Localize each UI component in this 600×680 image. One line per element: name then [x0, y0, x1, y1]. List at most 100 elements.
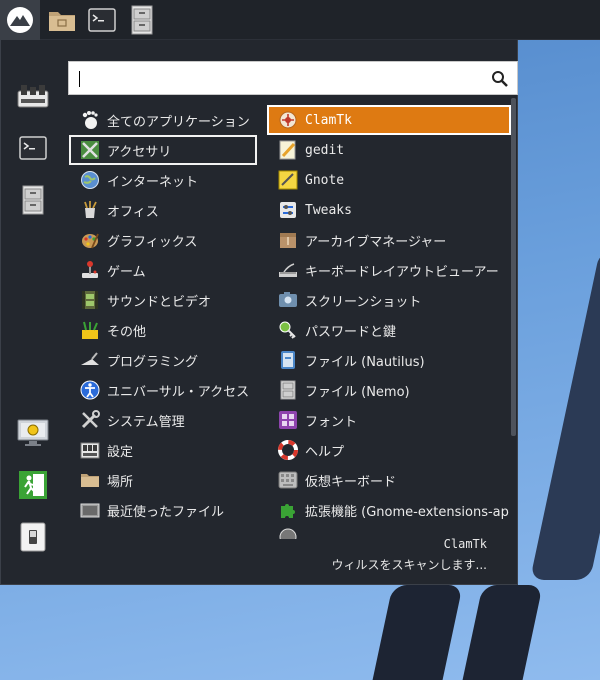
- top-panel: [0, 0, 600, 40]
- keyboard-layout-icon: [277, 259, 299, 281]
- app-label: キーボードレイアウトビューアー: [305, 264, 499, 280]
- app-archive-manager[interactable]: アーカイブマネージャー: [267, 225, 511, 255]
- file-cabinet-icon: [131, 5, 153, 35]
- category-label: ユニバーサル・アクセス: [107, 384, 250, 400]
- app-screenshot[interactable]: スクリーンショット: [267, 285, 511, 315]
- file-manager-launcher[interactable]: [42, 0, 82, 40]
- application-list: ClamTk gedit Gnote Tweaks アーカイブマネージャー キー…: [267, 105, 511, 541]
- file-cabinet-launcher[interactable]: [122, 0, 162, 40]
- category-all-applications[interactable]: 全てのアプリケーション: [69, 105, 257, 135]
- favorites-sidebar: [1, 40, 65, 584]
- partial-app-icon: [277, 527, 299, 539]
- app-virtual-keyboard[interactable]: 仮想キーボード: [267, 465, 511, 495]
- office-icon: [79, 199, 101, 221]
- app-label: 仮想キーボード: [305, 474, 397, 490]
- category-games[interactable]: ゲーム: [69, 255, 257, 285]
- app-files-nautilus[interactable]: ファイル (Nautilus): [267, 345, 511, 375]
- category-label: 最近使ったファイル: [107, 504, 225, 520]
- category-label: アクセサリ: [107, 144, 172, 160]
- category-accessories[interactable]: アクセサリ: [69, 135, 257, 165]
- shutdown-button[interactable]: [13, 517, 53, 557]
- category-programming[interactable]: プログラミング: [69, 345, 257, 375]
- app-help[interactable]: ヘルプ: [267, 435, 511, 465]
- app-label: gedit: [305, 142, 345, 158]
- category-universal-access[interactable]: ユニバーサル・アクセス: [69, 375, 257, 405]
- nautilus-icon: [277, 349, 299, 371]
- app-label: フォント: [305, 414, 358, 430]
- accessories-icon: [79, 139, 101, 161]
- app-label: Tweaks: [305, 202, 352, 218]
- trowel-icon: [79, 349, 101, 371]
- globe-icon: [79, 169, 101, 191]
- mountain-logo-icon: [7, 7, 33, 33]
- lifebuoy-icon: [277, 439, 299, 461]
- app-label: スクリーンショット: [305, 294, 422, 310]
- puzzle-icon: [277, 499, 299, 521]
- category-other[interactable]: その他: [69, 315, 257, 345]
- app-label: 拡張機能 (Gnome-extensions-app): [305, 504, 511, 520]
- selected-app-description: ウィルスをスキャンします...: [331, 558, 487, 572]
- app-extensions[interactable]: 拡張機能 (Gnome-extensions-app): [267, 495, 511, 525]
- lock-screen-button[interactable]: [13, 413, 53, 453]
- category-label: オフィス: [107, 204, 159, 220]
- settings-panel-icon: [79, 439, 101, 461]
- app-clamtk[interactable]: ClamTk: [267, 105, 511, 135]
- app-label: Gnote: [305, 172, 345, 188]
- category-label: その他: [107, 324, 147, 340]
- category-label: 場所: [107, 474, 134, 490]
- category-label: サウンドとビデオ: [107, 294, 212, 310]
- category-label: 設定: [107, 444, 134, 460]
- category-internet[interactable]: インターネット: [69, 165, 257, 195]
- category-graphics[interactable]: グラフィックス: [69, 225, 257, 255]
- archive-icon: [277, 229, 299, 251]
- selected-app-name: ClamTk: [443, 537, 487, 551]
- terminal-launcher[interactable]: [82, 0, 122, 40]
- app-files-nemo[interactable]: ファイル (Nemo): [267, 375, 511, 405]
- search-input[interactable]: [77, 62, 477, 94]
- tweaks-icon: [277, 199, 299, 221]
- search-box[interactable]: [68, 61, 518, 95]
- film-strip-icon: [79, 289, 101, 311]
- graphics-palette-icon: [79, 229, 101, 251]
- terminal-icon: [19, 136, 47, 160]
- category-settings[interactable]: 設定: [69, 435, 257, 465]
- category-recent-files[interactable]: 最近使ったファイル: [69, 495, 257, 525]
- app-label: ClamTk: [305, 112, 352, 128]
- category-sound-and-video[interactable]: サウンドとビデオ: [69, 285, 257, 315]
- app-gnote[interactable]: Gnote: [267, 165, 511, 195]
- app-passwords-and-keys[interactable]: パスワードと鍵: [267, 315, 511, 345]
- gnote-icon: [277, 169, 299, 191]
- search-icon: [492, 71, 508, 87]
- power-switch-icon: [20, 522, 46, 552]
- category-label: 全てのアプリケーション: [107, 114, 250, 130]
- favorite-settings[interactable]: [13, 76, 53, 116]
- clamtk-icon: [277, 109, 299, 131]
- category-label: プログラミング: [107, 354, 199, 370]
- wallpaper-stroke: [457, 585, 543, 680]
- app-label: ヘルプ: [305, 444, 345, 460]
- category-list: 全てのアプリケーション アクセサリ インターネット オフィス グラフィックス ゲ…: [69, 105, 257, 525]
- category-office[interactable]: オフィス: [69, 195, 257, 225]
- joystick-icon: [79, 259, 101, 281]
- app-list-scrollbar[interactable]: [511, 98, 516, 436]
- app-fonts[interactable]: フォント: [267, 405, 511, 435]
- terminal-icon: [88, 8, 116, 32]
- app-gedit[interactable]: gedit: [267, 135, 511, 165]
- app-keyboard-layout-viewer[interactable]: キーボードレイアウトビューアー: [267, 255, 511, 285]
- app-tweaks[interactable]: Tweaks: [267, 195, 511, 225]
- other-apps-icon: [79, 319, 101, 341]
- gnome-foot-icon: [79, 109, 101, 131]
- nemo-icon: [277, 379, 299, 401]
- app-label: パスワードと鍵: [305, 324, 397, 340]
- category-label: システム管理: [107, 414, 185, 430]
- app-label: ファイル (Nautilus): [305, 354, 425, 370]
- category-system-administration[interactable]: システム管理: [69, 405, 257, 435]
- favorite-file-cabinet[interactable]: [13, 180, 53, 220]
- screenshot-icon: [277, 289, 299, 311]
- favorite-terminal[interactable]: [13, 128, 53, 168]
- category-places[interactable]: 場所: [69, 465, 257, 495]
- category-label: グラフィックス: [107, 234, 198, 250]
- main-menu-button[interactable]: [0, 0, 40, 40]
- logout-button[interactable]: [13, 465, 53, 505]
- exit-door-icon: [19, 471, 47, 499]
